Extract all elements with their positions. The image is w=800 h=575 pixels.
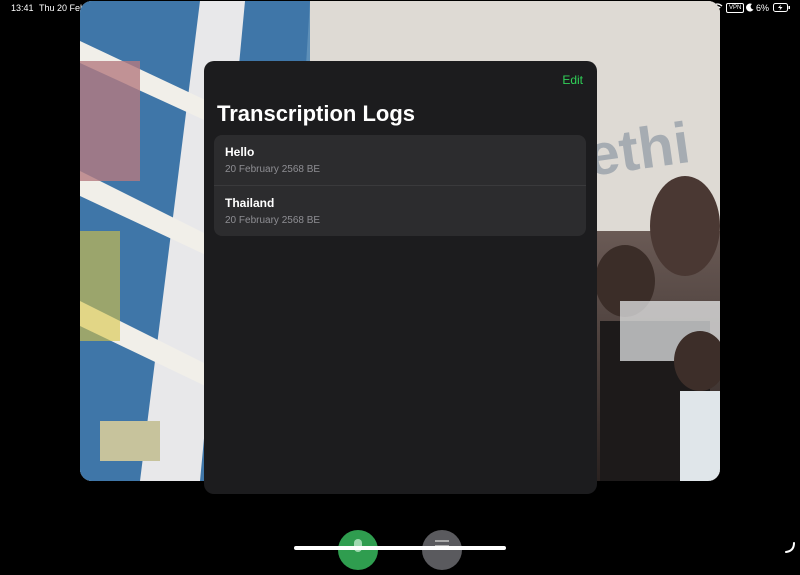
log-title: Hello [225,145,255,159]
status-date: Thu 20 Feb [39,3,86,13]
battery-percentage: 6% [756,3,770,13]
record-button[interactable] [338,530,378,570]
home-indicator[interactable] [294,546,506,550]
list-item[interactable]: Thailand 20 February 2568 BE [214,185,586,236]
log-date: 20 February 2568 BE [225,164,321,175]
log-list: Hello 20 February 2568 BE Thailand 20 Fe… [214,135,586,236]
battery-charging-icon [773,3,791,14]
page-title: Transcription Logs [217,101,416,126]
vpn-badge: VPN [726,3,745,13]
logs-list-button[interactable] [422,530,462,570]
log-title: Thailand [225,196,275,210]
log-date: 20 February 2568 BE [225,215,321,226]
microphone-icon [354,539,362,552]
list-item[interactable]: Hello 20 February 2568 BE [214,135,586,185]
transcription-logs-panel: Edit Transcription Logs Hello 20 Februar… [204,61,597,494]
resize-corner-icon[interactable] [784,540,796,558]
list-icon [435,540,449,547]
edit-button[interactable]: Edit [562,73,583,87]
status-time: 13:41 [11,3,34,13]
moon-icon [746,3,754,14]
